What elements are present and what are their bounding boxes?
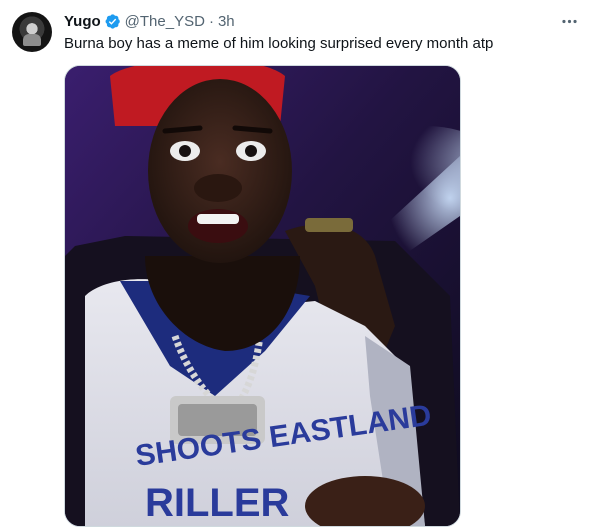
tweet[interactable]: Yugo @The_YSD · 3h Burna boy has a meme … [0,0,594,527]
tweet-media-image[interactable]: SHOOTS EASTLAND RILLER [64,65,461,527]
tweet-header: Yugo @The_YSD · 3h [64,11,235,31]
more-options-icon[interactable] [558,10,580,32]
media-photo-illustration: SHOOTS EASTLAND RILLER [65,66,460,526]
author-avatar[interactable] [12,12,52,52]
author-handle[interactable]: @The_YSD [125,13,205,30]
separator-dot: · [208,12,214,30]
tweet-text: Burna boy has a meme of him looking surp… [64,35,494,52]
post-time[interactable]: 3h [218,13,235,30]
author-name[interactable]: Yugo [64,13,101,30]
jersey-text-bottom: RILLER [145,481,290,525]
verified-badge-icon[interactable] [104,13,121,30]
